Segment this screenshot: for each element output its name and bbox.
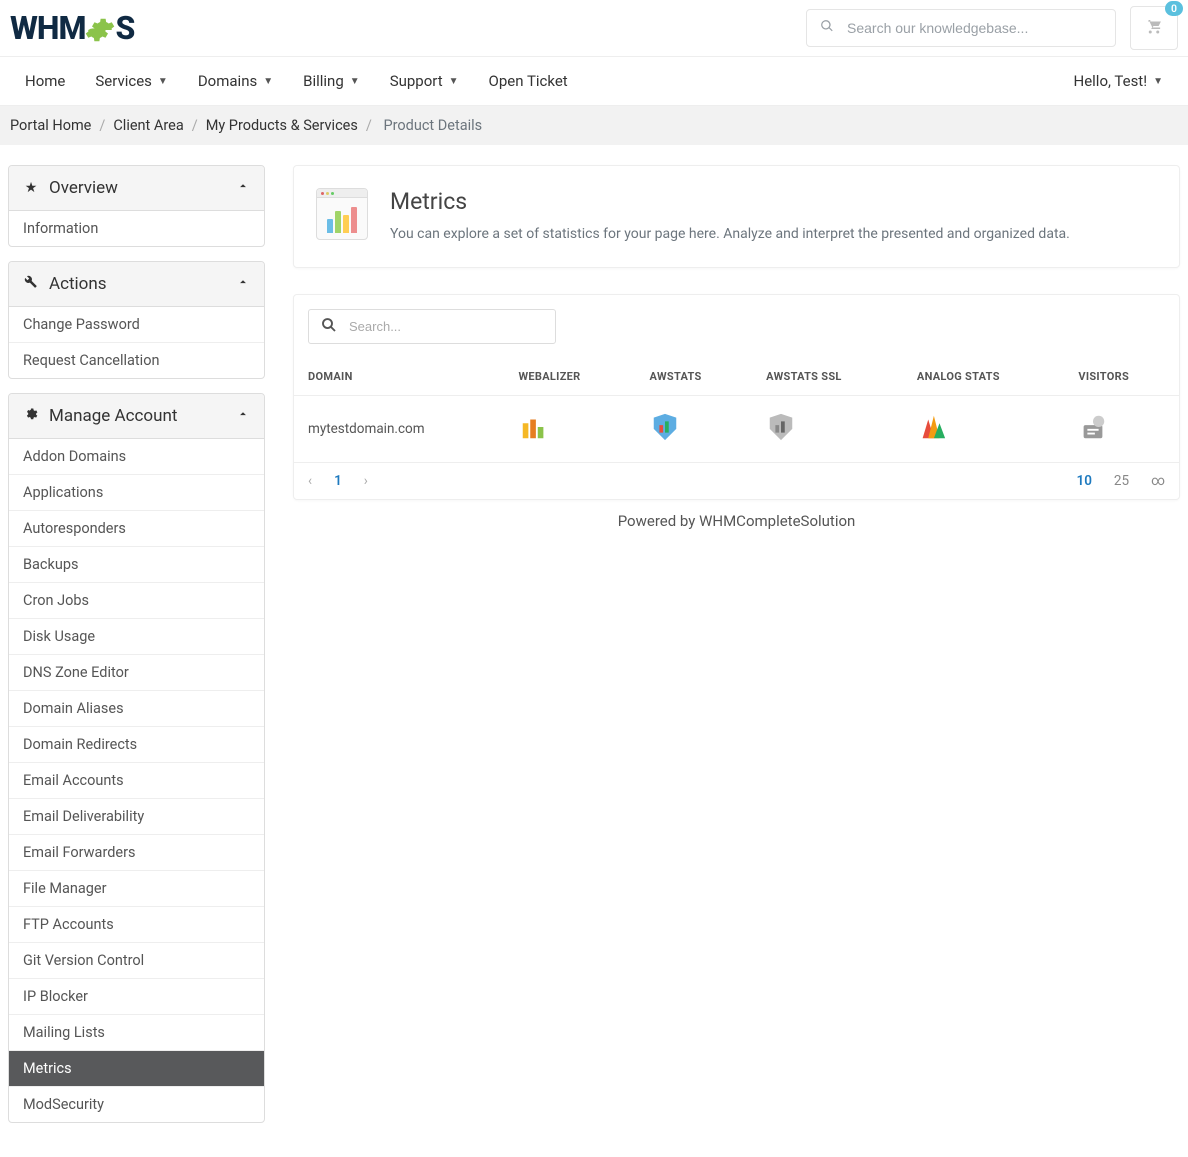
page-size-∞[interactable]: ∞ [1151, 473, 1165, 489]
breadcrumb-link[interactable]: Client Area [113, 117, 183, 134]
pagination: ‹ 1 › 10 25 ∞ [294, 463, 1179, 499]
panel-manage-title: Manage Account [49, 406, 177, 426]
sidebar-item-request-cancellation[interactable]: Request Cancellation [9, 342, 264, 378]
page-size-10[interactable]: 10 [1076, 473, 1091, 489]
panel-actions: Actions Change PasswordRequest Cancellat… [8, 261, 265, 379]
panel-overview: ★ Overview Information [8, 165, 265, 247]
sidebar-item-email-forwarders[interactable]: Email Forwarders [9, 834, 264, 870]
footer: Powered by WHMCompleteSolution [293, 500, 1180, 554]
footer-brand[interactable]: WHMCompleteSolution [699, 512, 855, 530]
chevron-up-icon [236, 275, 250, 293]
footer-text: Powered by [618, 512, 699, 530]
user-menu[interactable]: Hello, Test! ▼ [1059, 57, 1179, 105]
sidebar-item-information[interactable]: Information [9, 211, 264, 246]
pagination-page-1[interactable]: 1 [334, 473, 342, 489]
kb-search [806, 9, 1116, 47]
page-title: Metrics [390, 188, 1070, 215]
kb-search-input[interactable] [806, 9, 1116, 47]
star-icon: ★ [23, 180, 39, 196]
sidebar-item-email-accounts[interactable]: Email Accounts [9, 762, 264, 798]
nav-item-support[interactable]: Support▼ [375, 57, 474, 105]
sidebar-item-disk-usage[interactable]: Disk Usage [9, 618, 264, 654]
chevron-up-icon [236, 179, 250, 197]
panel-manage: Manage Account Addon DomainsApplications… [8, 393, 265, 1123]
table-header[interactable]: AWSTATS SSL [752, 358, 903, 396]
nav-item-services[interactable]: Services▼ [80, 57, 182, 105]
metrics-header-card: Metrics You can explore a set of statist… [293, 165, 1180, 268]
sidebar-item-metrics[interactable]: Metrics [9, 1050, 264, 1086]
sidebar-item-ip-blocker[interactable]: IP Blocker [9, 978, 264, 1014]
table-header[interactable]: AWSTATS [636, 358, 753, 396]
sidebar-item-dns-zone-editor[interactable]: DNS Zone Editor [9, 654, 264, 690]
caret-down-icon: ▼ [1153, 76, 1163, 87]
greeting-text: Hello, Test! [1074, 72, 1148, 90]
breadcrumb-link[interactable]: Portal Home [10, 117, 91, 134]
sidebar-item-domain-aliases[interactable]: Domain Aliases [9, 690, 264, 726]
metrics-illustration-icon [316, 188, 368, 240]
sidebar-item-git-version-control[interactable]: Git Version Control [9, 942, 264, 978]
sidebar-item-domain-redirects[interactable]: Domain Redirects [9, 726, 264, 762]
cart-icon [1145, 17, 1163, 35]
sidebar-item-email-deliverability[interactable]: Email Deliverability [9, 798, 264, 834]
panel-manage-header[interactable]: Manage Account [9, 394, 264, 439]
sidebar-item-backups[interactable]: Backups [9, 546, 264, 582]
table-header[interactable]: VISITORS [1064, 358, 1179, 396]
search-icon [820, 19, 834, 37]
logo-text-a: WHM [10, 9, 85, 47]
pagination-next[interactable]: › [364, 473, 368, 489]
nav-item-open-ticket[interactable]: Open Ticket [474, 57, 583, 105]
logo[interactable]: WHM S [10, 9, 134, 47]
page-size-25[interactable]: 25 [1114, 473, 1129, 489]
cell-domain: mytestdomain.com [294, 396, 505, 463]
nav-item-billing[interactable]: Billing▼ [288, 57, 375, 105]
cart-button[interactable]: 0 [1130, 6, 1178, 50]
analog-stats-icon[interactable] [917, 412, 947, 442]
metrics-table-card: DOMAINWEBALIZERAWSTATSAWSTATS SSLANALOG … [293, 294, 1180, 500]
panel-overview-header[interactable]: ★ Overview [9, 166, 264, 211]
table-header[interactable]: WEBALIZER [505, 358, 636, 396]
caret-down-icon: ▼ [350, 76, 360, 87]
sidebar-item-addon-domains[interactable]: Addon Domains [9, 439, 264, 474]
metrics-table: DOMAINWEBALIZERAWSTATSAWSTATS SSLANALOG … [294, 358, 1179, 463]
table-row: mytestdomain.com [294, 396, 1179, 463]
nav-item-domains[interactable]: Domains▼ [183, 57, 288, 105]
pagination-prev[interactable]: ‹ [308, 473, 312, 489]
caret-down-icon: ▼ [449, 76, 459, 87]
visitors-icon[interactable] [1078, 412, 1108, 442]
gear-icon [23, 407, 39, 425]
sidebar-item-autoresponders[interactable]: Autoresponders [9, 510, 264, 546]
sidebar-item-mailing-lists[interactable]: Mailing Lists [9, 1014, 264, 1050]
caret-down-icon: ▼ [158, 76, 168, 87]
table-header[interactable]: DOMAIN [294, 358, 505, 396]
table-header[interactable]: ANALOG STATS [903, 358, 1064, 396]
chevron-up-icon [236, 407, 250, 425]
panel-actions-header[interactable]: Actions [9, 262, 264, 307]
breadcrumb-current: Product Details [383, 117, 482, 134]
gear-icon [85, 15, 115, 45]
sidebar-item-cron-jobs[interactable]: Cron Jobs [9, 582, 264, 618]
breadcrumb: Portal Home/Client Area/My Products & Se… [0, 106, 1188, 145]
sidebar-item-change-password[interactable]: Change Password [9, 307, 264, 342]
panel-overview-title: Overview [49, 178, 118, 198]
caret-down-icon: ▼ [263, 76, 273, 87]
wrench-icon [23, 275, 39, 293]
navbar: HomeServices▼Domains▼Billing▼Support▼Ope… [0, 56, 1188, 106]
breadcrumb-link[interactable]: My Products & Services [206, 117, 358, 134]
search-icon [320, 316, 338, 338]
sidebar-item-modsecurity[interactable]: ModSecurity [9, 1086, 264, 1122]
page-description: You can explore a set of statistics for … [390, 223, 1070, 245]
webalizer-icon[interactable] [519, 412, 549, 442]
cart-count-badge: 0 [1165, 1, 1183, 16]
sidebar-item-ftp-accounts[interactable]: FTP Accounts [9, 906, 264, 942]
panel-actions-title: Actions [49, 274, 107, 294]
sidebar-item-file-manager[interactable]: File Manager [9, 870, 264, 906]
sidebar-item-applications[interactable]: Applications [9, 474, 264, 510]
logo-text-b: S [115, 9, 134, 47]
table-search-input[interactable] [308, 309, 556, 344]
nav-item-home[interactable]: Home [10, 57, 80, 105]
awstats-icon[interactable] [650, 412, 680, 442]
awstats-ssl-icon[interactable] [766, 412, 796, 442]
